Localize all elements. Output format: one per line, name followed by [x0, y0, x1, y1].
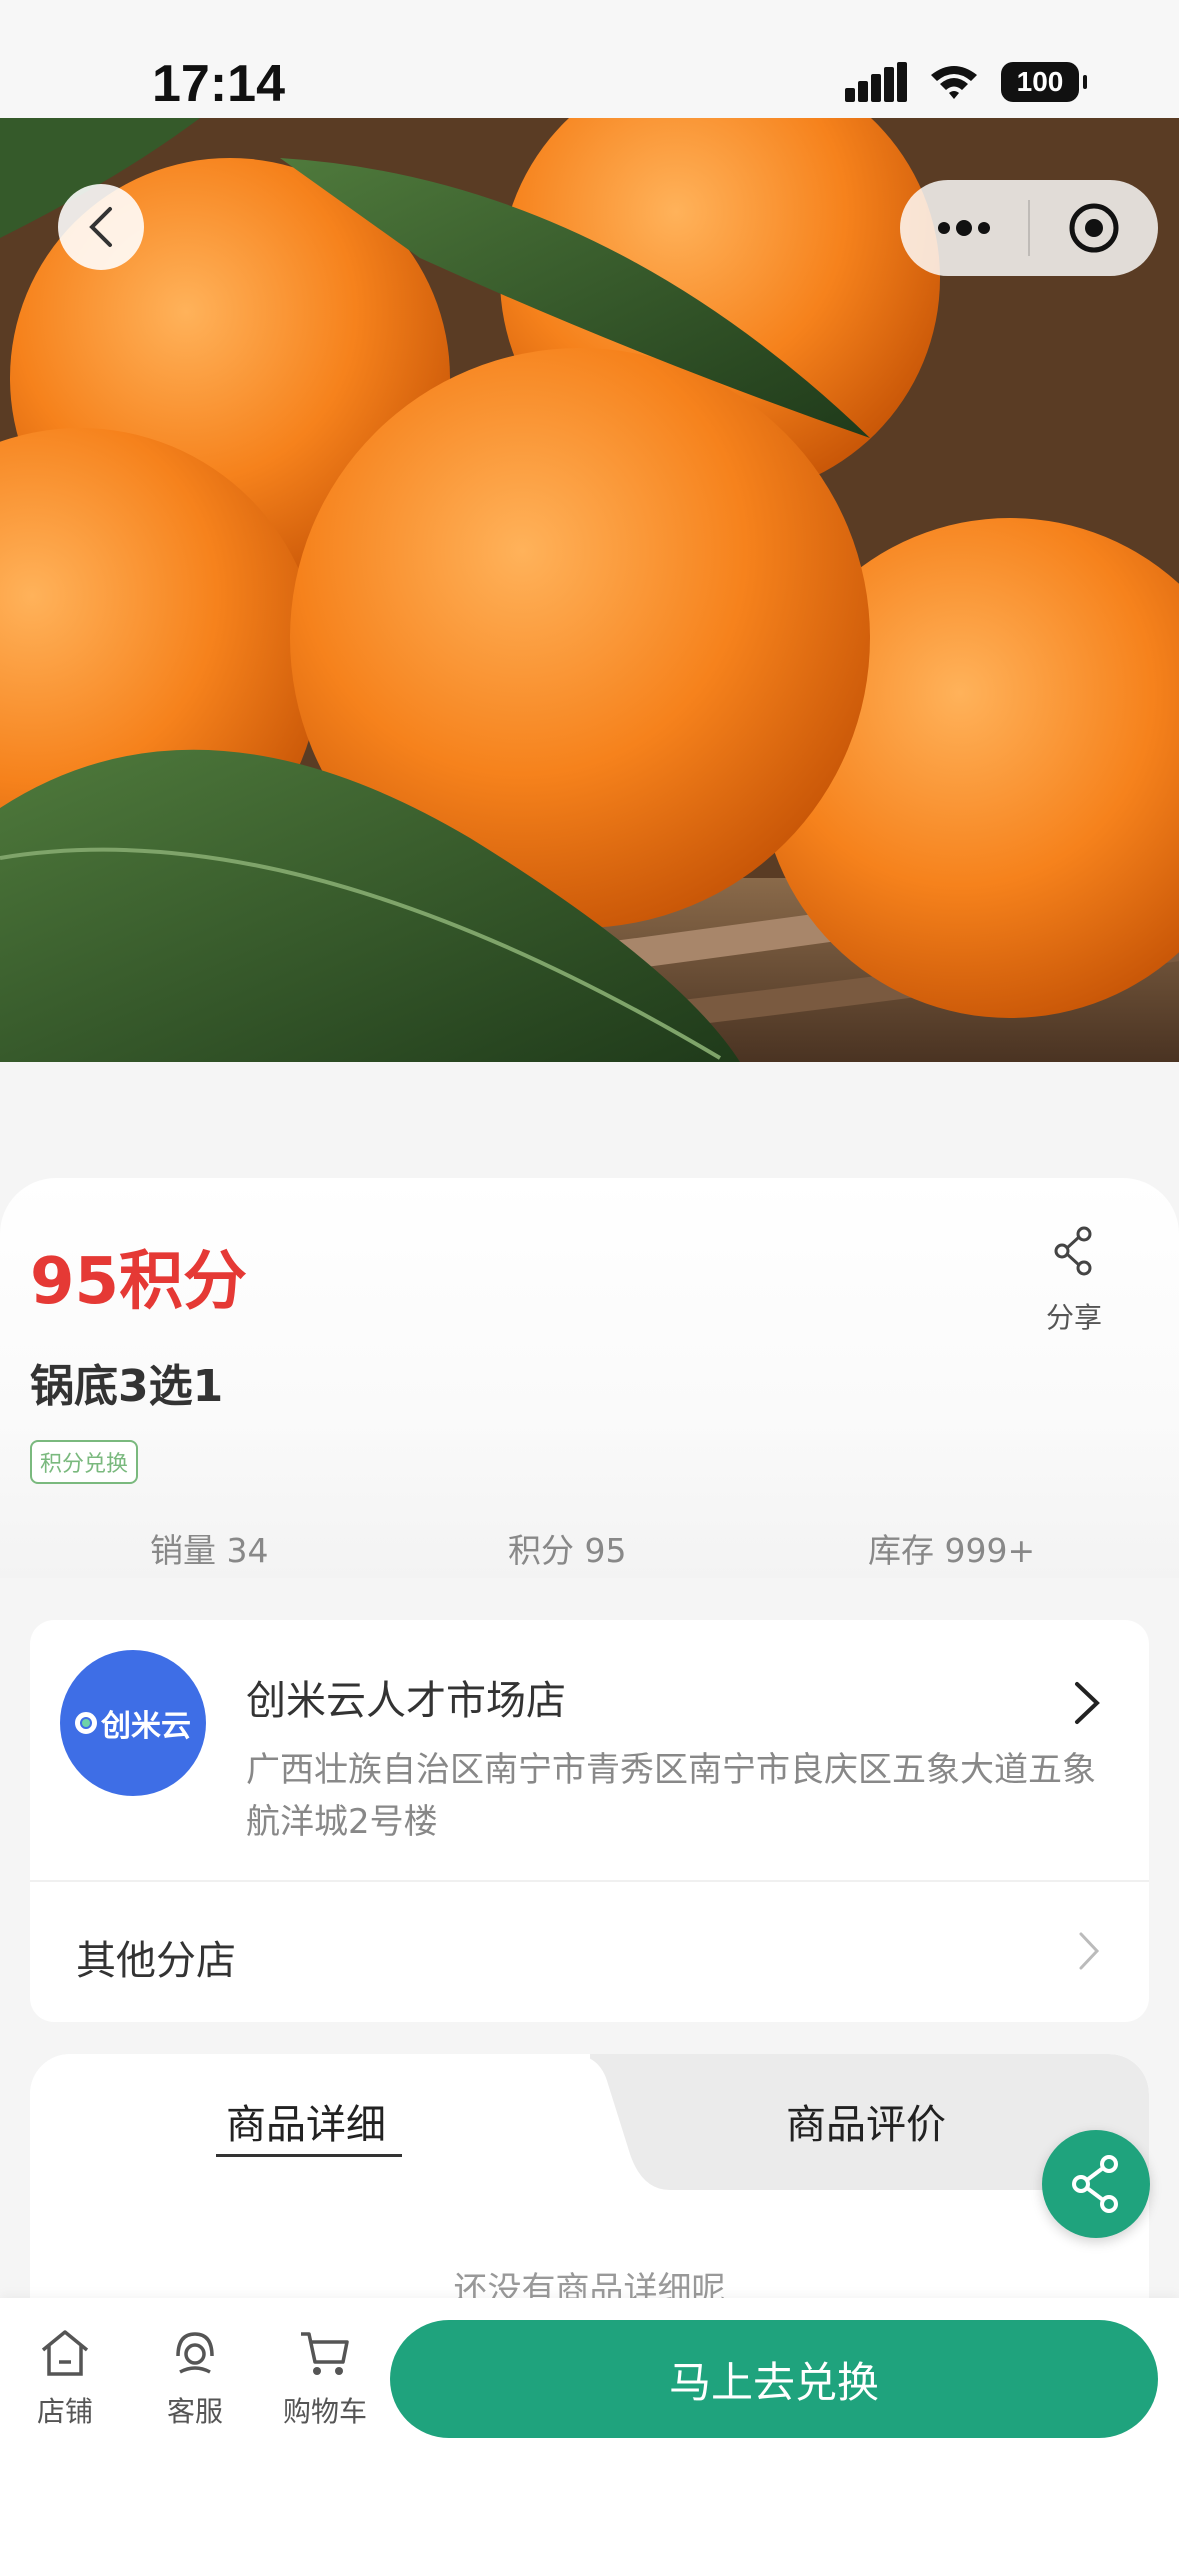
more-button[interactable] [900, 180, 1028, 276]
store-logo: 创米云 [60, 1650, 206, 1796]
target-icon [1069, 203, 1119, 253]
store-address: 广西壮族自治区南宁市青秀区南宁市良庆区五象大道五象航洋城2号楼 [246, 1750, 1096, 1842]
points-value: 积分 95 [508, 1531, 627, 1570]
exchange-now-button[interactable]: 马上去兑换 [390, 2320, 1158, 2438]
share-icon [1072, 2155, 1118, 2213]
battery-icon: 100 [1001, 62, 1087, 102]
more-dots-icon [938, 220, 990, 236]
product-price: 95积分 [30, 1245, 248, 1319]
battery-level: 100 [1016, 66, 1064, 97]
other-branches-row[interactable]: 其他分店 [30, 1882, 1149, 2022]
chevron-right-icon[interactable] [1073, 1680, 1101, 1726]
nav-cart[interactable]: 购物车 [270, 2328, 380, 2430]
nav-cart-label: 购物车 [282, 2395, 367, 2428]
home-icon [41, 2330, 89, 2376]
share-button[interactable]: 分享 [1029, 1226, 1119, 1336]
sales-count: 销量 34 [150, 1531, 269, 1570]
nav-store[interactable]: 店铺 [10, 2328, 120, 2430]
product-title: 锅底3选1 [30, 1361, 224, 1412]
tab-product-reviews[interactable]: 商品评价 [786, 2092, 946, 2150]
nav-service[interactable]: 客服 [140, 2328, 250, 2430]
tab-product-details[interactable]: 商品详细 [226, 2092, 386, 2150]
nav-store-label: 店铺 [36, 2395, 93, 2428]
miniprogram-capsule [900, 180, 1158, 276]
other-branches-label: 其他分店 [76, 1938, 236, 1984]
nav-service-label: 客服 [166, 2395, 223, 2428]
product-info-card: 95积分 分享 锅底3选1 积分兑换 销量 34 积分 95 库存 999+ [0, 1178, 1179, 1578]
chevron-left-icon [89, 207, 112, 247]
stock-count: 库存 999+ [868, 1531, 1036, 1570]
cellular-signal-icon [845, 62, 907, 102]
points-exchange-badge: 积分兑换 [30, 1440, 139, 1484]
logo-text: 创米云 [101, 1709, 191, 1744]
store-name[interactable]: 创米云人才市场店 [246, 1668, 566, 1726]
logo-mark-icon [75, 1712, 97, 1734]
floating-share-button[interactable] [1042, 2130, 1150, 2238]
bottom-action-bar: 店铺 客服 购物车 马上去兑换 [0, 2298, 1179, 2556]
wifi-icon [931, 66, 977, 99]
store-card: 创米云 创米云人才市场店 广西壮族自治区南宁市青秀区南宁市良庆区五象大道五象航洋… [30, 1620, 1149, 2022]
active-tab-underline [216, 2154, 402, 2157]
cart-icon [301, 2332, 349, 2375]
status-bar: 17:14 100 [0, 0, 1179, 118]
close-miniprogram-button[interactable] [1030, 180, 1158, 276]
customer-service-icon [176, 2332, 214, 2374]
back-button[interactable] [58, 184, 144, 270]
share-label: 分享 [1045, 1301, 1102, 1334]
chevron-right-icon [1079, 1932, 1100, 1970]
status-time: 17:14 [152, 55, 285, 113]
product-stats: 销量 34 积分 95 库存 999+ [0, 1524, 1179, 1574]
share-icon [1054, 1226, 1092, 1276]
status-icons: 100 [845, 62, 1087, 102]
